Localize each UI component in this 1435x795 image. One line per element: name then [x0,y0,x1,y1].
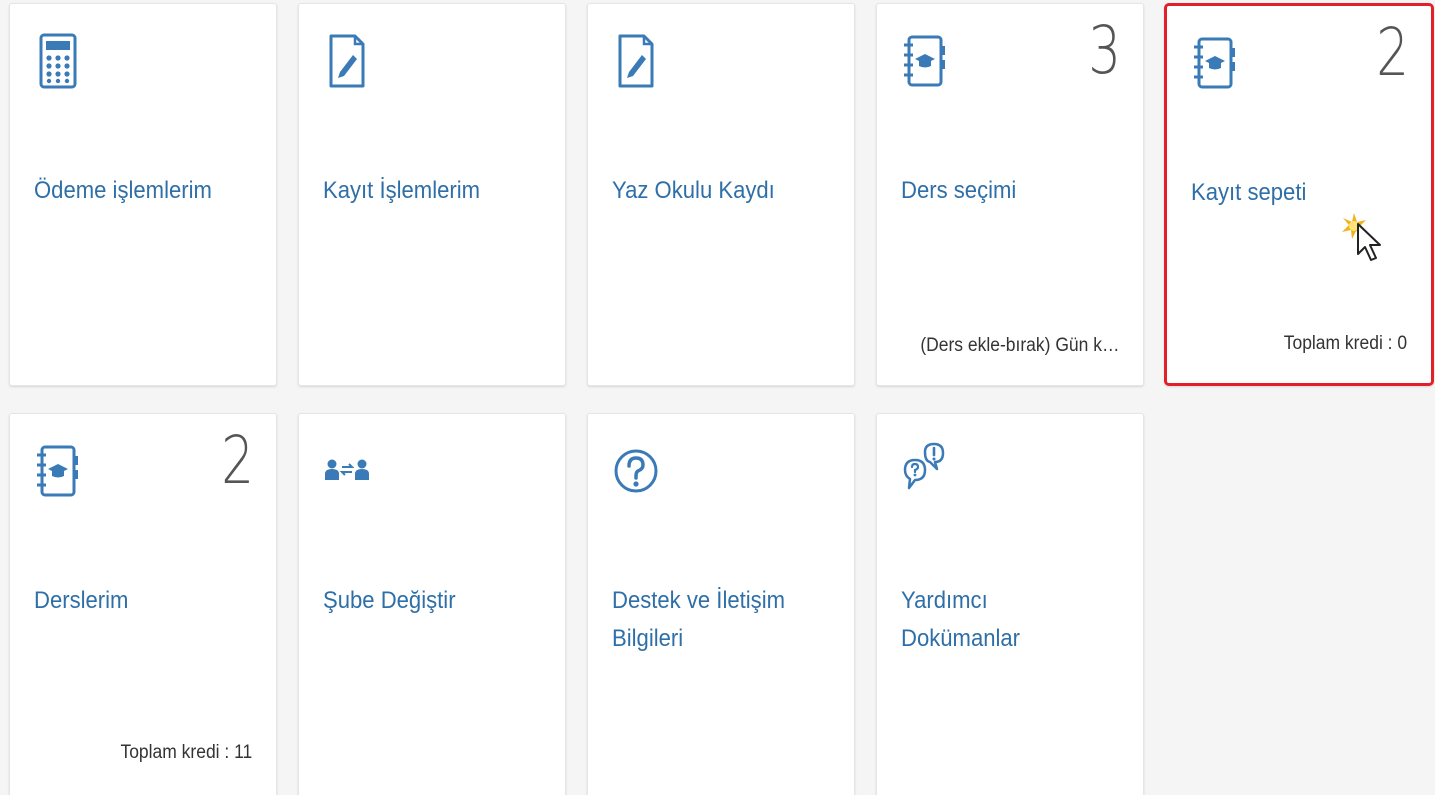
tile-count: 2 [221,422,254,499]
mouse-cursor-icon [1340,210,1396,266]
tile-footer: Toplam kredi : 0 [1283,333,1407,354]
tile-footer: Toplam kredi : 11 [120,742,252,763]
tile-ders-secimi[interactable]: 3 Ders seçimi (Ders ekle-bırak) Gün k… [876,3,1144,386]
tile-yaz-okulu-kaydi[interactable]: Yaz Okulu Kaydı [587,3,855,386]
tile-title: Yardımcı Dokümanlar [901,587,1021,652]
course-book-icon [901,30,949,92]
edit-document-icon [612,30,660,92]
tile-title: Şube Değiştir [323,587,456,614]
help-bubbles-icon [901,440,949,502]
tile-title: Ödeme işlemlerim [34,177,212,204]
calculator-icon [34,30,82,92]
tile-title: Kayıt sepeti [1191,179,1307,206]
tile-count: 2 [1376,14,1409,91]
tile-kayit-sepeti[interactable]: 2 Kayıt sepeti Toplam kredi : 0 [1164,3,1434,386]
course-book-icon [1191,32,1239,94]
dashboard-grid: Ödeme işlemlerim Kayıt İşlemlerim Yaz Ok… [0,0,1435,795]
question-circle-icon [612,440,660,502]
tile-kayit-islemlerim[interactable]: Kayıt İşlemlerim [298,3,566,386]
tile-odeme-islemlerim[interactable]: Ödeme işlemlerim [9,3,277,386]
tile-footer: (Ders ekle-bırak) Gün k… [919,335,1119,356]
tile-yardimci-dokumanlar[interactable]: Yardımcı Dokümanlar [876,413,1144,795]
tile-sube-degistir[interactable]: Şube Değiştir [298,413,566,795]
tile-derslerim[interactable]: 2 Derslerim Toplam kredi : 11 [9,413,277,795]
tile-destek-ve-iletisim[interactable]: Destek ve İletişim Bilgileri [587,413,855,795]
course-book-icon [34,440,82,502]
tile-title: Derslerim [34,587,129,614]
tile-title: Ders seçimi [901,177,1017,204]
swap-users-icon [323,440,371,502]
tile-count: 3 [1088,12,1121,89]
tile-title: Yaz Okulu Kaydı [612,177,775,204]
tile-title: Kayıt İşlemlerim [323,177,481,204]
edit-document-icon [323,30,371,92]
tile-title: Destek ve İletişim Bilgileri [612,587,786,652]
